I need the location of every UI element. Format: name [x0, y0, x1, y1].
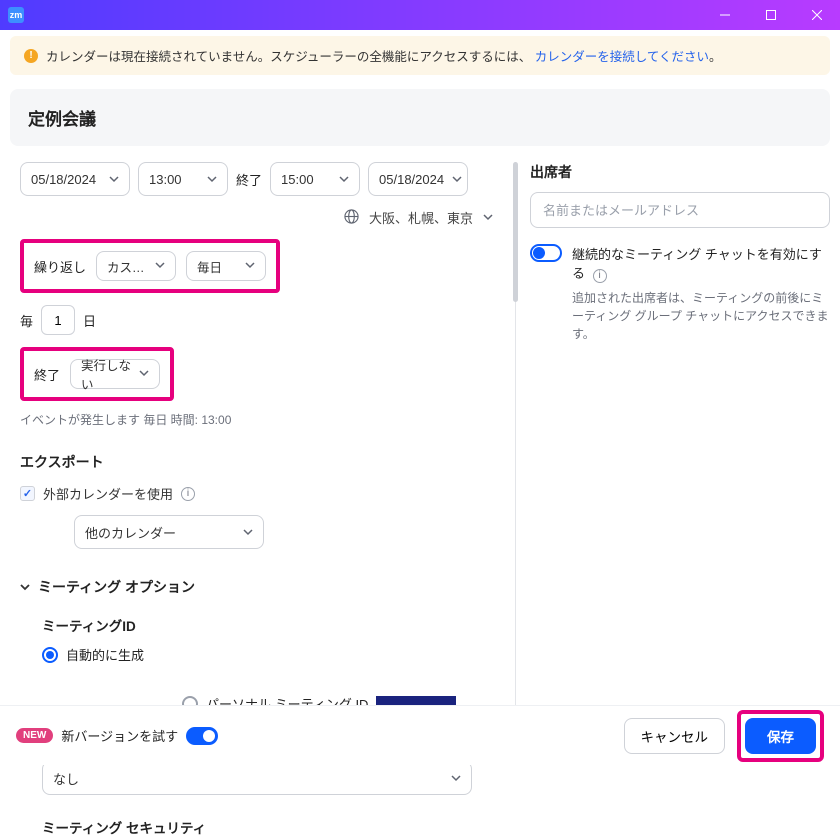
- window-close-button[interactable]: [794, 0, 840, 30]
- save-highlight: 保存: [737, 710, 824, 762]
- timezone-label[interactable]: 大阪、札幌、東京: [369, 208, 473, 227]
- end-label: 終了: [236, 170, 262, 189]
- chevron-down-icon: [155, 259, 165, 273]
- chevron-down-icon[interactable]: [20, 580, 30, 595]
- recurrence-type-select[interactable]: カスタム...: [96, 251, 176, 281]
- end-recurrence-label: 終了: [34, 365, 60, 384]
- template-select[interactable]: なし: [42, 761, 472, 795]
- meeting-options-title[interactable]: ミーティング オプション: [38, 577, 195, 597]
- info-icon[interactable]: i: [593, 269, 607, 283]
- continuous-chat-note: 追加された出席者は、ミーティングの前後にミーティング グループ チャットにアクセ…: [572, 289, 830, 343]
- maximize-button[interactable]: [748, 0, 794, 30]
- chevron-down-icon: [139, 367, 149, 381]
- chevron-down-icon: [451, 771, 461, 786]
- try-new-label: 新バージョンを試す: [61, 726, 178, 745]
- chevron-down-icon: [483, 210, 493, 225]
- calendar-banner: ! カレンダーは現在接続されていません。スケジューラーの全機能にアクセスするには…: [10, 36, 830, 75]
- info-icon[interactable]: i: [181, 487, 195, 501]
- warning-icon: !: [24, 49, 38, 63]
- page-title: 定例会議: [28, 105, 812, 130]
- chevron-down-icon: [207, 172, 217, 187]
- connect-calendar-link[interactable]: カレンダーを接続してください: [535, 50, 709, 64]
- continuous-chat-label: 継続的なミーティング チャットを有効にする: [572, 247, 822, 281]
- attendees-input[interactable]: [530, 192, 830, 228]
- export-title: エクスポート: [20, 452, 501, 472]
- chevron-down-icon: [452, 172, 462, 187]
- recurrence-freq-select[interactable]: 毎日: [186, 251, 266, 281]
- external-calendar-label: 外部カレンダーを使用: [43, 484, 173, 503]
- banner-text: カレンダーは現在接続されていません。スケジューラーの全機能にアクセスするには、: [46, 50, 531, 64]
- end-time-select[interactable]: 15:00: [270, 162, 360, 196]
- security-title: ミーティング セキュリティ: [42, 817, 501, 837]
- external-calendar-checkbox[interactable]: [20, 486, 35, 501]
- every-suffix-label: 日: [83, 311, 96, 330]
- globe-icon: [344, 209, 359, 227]
- app-icon: zm: [8, 7, 24, 23]
- page-header: 定例会議: [10, 89, 830, 146]
- column-divider: [515, 162, 516, 706]
- continuous-chat-toggle[interactable]: [530, 244, 562, 262]
- attendees-title: 出席者: [530, 162, 830, 182]
- minimize-button[interactable]: [702, 0, 748, 30]
- new-badge: NEW: [16, 728, 53, 743]
- meeting-id-title: ミーティングID: [42, 615, 501, 635]
- cancel-button[interactable]: キャンセル: [624, 718, 726, 754]
- end-recurrence-highlight: 終了 実行しない: [20, 347, 174, 401]
- recurrence-highlight: 繰り返し カスタム... 毎日: [20, 239, 280, 293]
- chevron-down-icon: [109, 172, 119, 187]
- start-date-select[interactable]: 05/18/2024: [20, 162, 130, 196]
- recurrence-label: 繰り返し: [34, 257, 86, 276]
- end-date-select[interactable]: 05/18/2024: [368, 162, 468, 196]
- try-new-toggle[interactable]: [186, 727, 218, 745]
- chevron-down-icon: [243, 525, 253, 540]
- chevron-down-icon: [339, 172, 349, 187]
- every-value-input[interactable]: [41, 305, 75, 335]
- datetime-row: 05/18/2024 13:00 終了 15:00 05/18/2024: [20, 162, 501, 196]
- footer: NEW 新バージョンを試す キャンセル 保存: [0, 705, 840, 765]
- auto-generate-radio[interactable]: 自動的に生成: [42, 645, 144, 664]
- start-time-select[interactable]: 13:00: [138, 162, 228, 196]
- end-recurrence-select[interactable]: 実行しない: [70, 359, 160, 389]
- titlebar: zm: [0, 0, 840, 30]
- every-prefix-label: 毎: [20, 311, 33, 330]
- recurrence-summary: イベントが発生します 毎日 時間: 13:00: [20, 411, 501, 428]
- save-button[interactable]: 保存: [745, 718, 816, 754]
- calendar-select[interactable]: 他のカレンダー: [74, 515, 264, 549]
- chevron-down-icon: [245, 259, 255, 273]
